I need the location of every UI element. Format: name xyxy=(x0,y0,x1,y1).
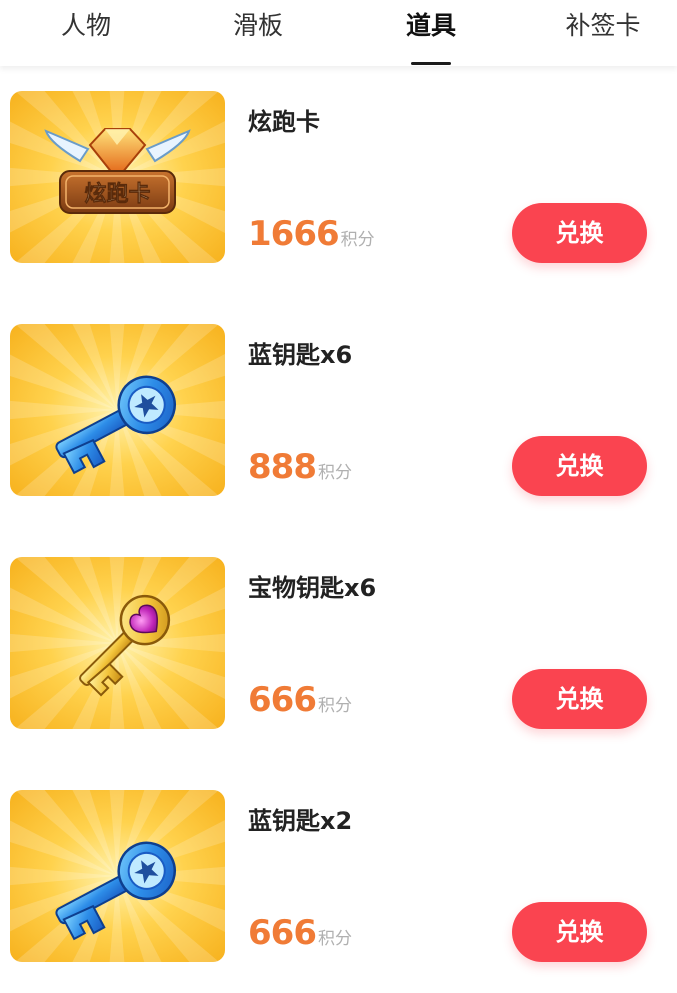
price-unit: 积分 xyxy=(317,929,352,949)
price-unit: 积分 xyxy=(317,696,352,716)
item-price: 666 积分 xyxy=(248,680,352,720)
flash-run-card-icon: 炫跑卡 xyxy=(10,91,225,263)
list-item: 炫跑卡 炫跑卡 1666 积分 兑换 xyxy=(0,66,677,299)
card-image-text: 炫跑卡 xyxy=(84,181,150,207)
price-unit: 积分 xyxy=(317,463,352,483)
list-item: 蓝钥匙x2 666 积分 兑换 xyxy=(0,765,677,993)
price-unit: 积分 xyxy=(340,230,375,250)
active-tab-indicator xyxy=(411,62,451,65)
tab-label: 道具 xyxy=(405,11,456,40)
tab-skateboards[interactable]: 滑板 xyxy=(188,0,328,66)
price-value: 666 xyxy=(248,680,317,720)
tab-label: 补签卡 xyxy=(565,11,641,40)
price-value: 1666 xyxy=(248,214,340,254)
list-item: 蓝钥匙x6 888 积分 兑换 xyxy=(0,299,677,532)
blue-key-icon xyxy=(10,790,225,962)
item-name: 蓝钥匙x6 xyxy=(248,341,353,369)
tab-label: 滑板 xyxy=(232,11,283,40)
redeem-button[interactable]: 兑换 xyxy=(512,203,647,263)
price-value: 888 xyxy=(248,447,317,487)
tab-props[interactable]: 道具 xyxy=(361,0,501,66)
price-value: 666 xyxy=(248,913,317,953)
tab-label: 人物 xyxy=(60,11,111,40)
redeem-button[interactable]: 兑换 xyxy=(512,669,647,729)
item-price: 888 积分 xyxy=(248,447,352,487)
item-name: 蓝钥匙x2 xyxy=(248,807,353,835)
item-price: 1666 积分 xyxy=(248,214,375,254)
item-name: 宝物钥匙x6 xyxy=(248,574,377,602)
item-price: 666 积分 xyxy=(248,913,352,953)
treasure-key-icon xyxy=(10,557,225,729)
item-name: 炫跑卡 xyxy=(248,108,320,136)
tab-makeup-cards[interactable]: 补签卡 xyxy=(533,0,673,66)
tab-bar: 人物 滑板 道具 补签卡 xyxy=(0,0,677,66)
tab-characters[interactable]: 人物 xyxy=(16,0,156,66)
blue-key-icon xyxy=(10,324,225,496)
redeem-button[interactable]: 兑换 xyxy=(512,436,647,496)
item-list[interactable]: 炫跑卡 炫跑卡 1666 积分 兑换 蓝钥匙x6 888 积分 兑换 宝物钥匙x… xyxy=(0,66,677,993)
list-item: 宝物钥匙x6 666 积分 兑换 xyxy=(0,532,677,765)
redeem-button[interactable]: 兑换 xyxy=(512,902,647,962)
